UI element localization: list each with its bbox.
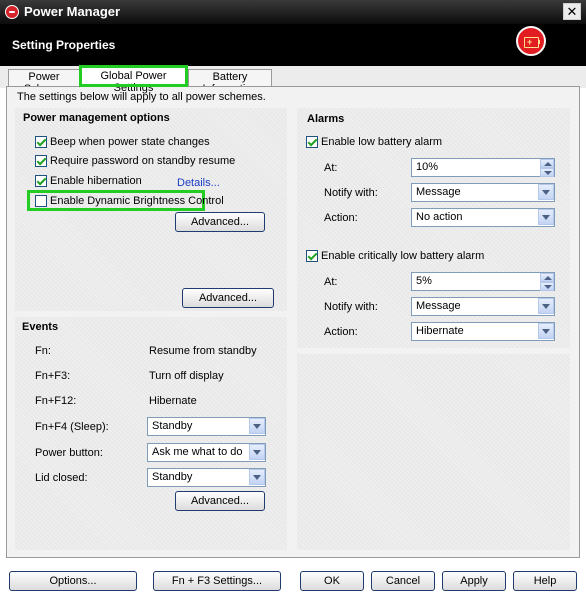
advanced-button-options[interactable]: Advanced... xyxy=(182,288,274,308)
help-button[interactable]: Help xyxy=(513,571,577,591)
low-battery-alarm-label: Enable low battery alarm xyxy=(321,136,443,148)
advanced-button-brightness[interactable]: Advanced... xyxy=(175,212,265,232)
low-at-label: At: xyxy=(324,162,338,174)
low-action-dropdown-icon[interactable] xyxy=(538,209,554,225)
event-key-power-button: Power button: xyxy=(35,447,103,459)
critical-at-spin-down-icon[interactable] xyxy=(540,282,554,291)
low-notify-dropdown-icon[interactable] xyxy=(538,184,554,200)
sleep-dropdown-icon[interactable] xyxy=(249,418,265,434)
power-button-dropdown-icon[interactable] xyxy=(249,444,265,460)
event-key-fn: Fn: xyxy=(35,345,51,357)
lid-closed-dropdown-icon[interactable] xyxy=(249,469,265,485)
beep-checkbox[interactable] xyxy=(35,136,47,148)
password-checkbox[interactable] xyxy=(35,155,47,167)
dynamic-brightness-label: Enable Dynamic Brightness Control xyxy=(50,195,224,207)
event-key-fn-f12: Fn+F12: xyxy=(35,395,77,407)
critical-action-label: Action: xyxy=(324,326,358,338)
tab-battery-information[interactable]: Battery Information xyxy=(188,69,272,95)
event-key-fn-f3: Fn+F3: xyxy=(35,370,71,382)
ok-button[interactable]: OK xyxy=(300,571,364,591)
critical-notify-label: Notify with: xyxy=(324,301,378,313)
power-manager-app-icon xyxy=(5,5,19,19)
page-title: Setting Properties xyxy=(12,38,116,52)
intro-text: The settings below will apply to all pow… xyxy=(17,91,266,103)
hibernation-checkbox[interactable] xyxy=(35,175,47,187)
critical-action-dropdown-icon[interactable] xyxy=(538,323,554,339)
event-key-lid-closed: Lid closed: xyxy=(35,472,88,484)
low-action-select[interactable]: No action xyxy=(411,208,555,227)
empty-group-area xyxy=(297,354,570,550)
advanced-button-events[interactable]: Advanced... xyxy=(175,491,265,511)
fn-f3-settings-button[interactable]: Fn + F3 Settings... xyxy=(153,571,281,591)
tab-global-power-settings[interactable]: Global Power Settings xyxy=(79,65,188,94)
alarms-title: Alarms xyxy=(307,113,345,125)
event-value-fn-f3: Turn off display xyxy=(149,370,224,382)
low-notify-select[interactable]: Message xyxy=(411,183,555,202)
low-notify-label: Notify with: xyxy=(324,187,378,199)
event-key-sleep: Fn+F4 (Sleep): xyxy=(35,421,109,433)
low-battery-alarm-checkbox[interactable] xyxy=(306,136,318,148)
critical-notify-dropdown-icon[interactable] xyxy=(538,298,554,314)
critical-action-select[interactable]: Hibernate xyxy=(411,322,555,341)
critical-at-field[interactable]: 5% xyxy=(411,272,555,291)
password-label: Require password on standby resume xyxy=(50,155,236,167)
beep-label: Beep when power state changes xyxy=(50,136,210,148)
critical-battery-alarm-label: Enable critically low battery alarm xyxy=(321,250,485,262)
details-link[interactable]: Details... xyxy=(177,177,220,189)
apply-button[interactable]: Apply xyxy=(442,571,506,591)
critical-battery-alarm-checkbox[interactable] xyxy=(306,250,318,262)
low-at-spin-up-icon[interactable] xyxy=(540,159,554,168)
options-button[interactable]: Options... xyxy=(9,571,137,591)
cancel-button[interactable]: Cancel xyxy=(371,571,435,591)
critical-notify-select[interactable]: Message xyxy=(411,297,555,316)
low-at-spin-down-icon[interactable] xyxy=(540,168,554,177)
critical-at-label: At: xyxy=(324,276,338,288)
battery-charging-icon: + xyxy=(516,26,546,56)
low-at-field[interactable]: 10% xyxy=(411,158,555,177)
low-action-label: Action: xyxy=(324,212,358,224)
event-value-fn: Resume from standby xyxy=(149,345,257,357)
dynamic-brightness-checkbox[interactable] xyxy=(35,195,47,207)
hibernation-label: Enable hibernation xyxy=(50,175,142,187)
event-value-fn-f12: Hibernate xyxy=(149,395,197,407)
close-button[interactable]: ✕ xyxy=(563,3,581,20)
tab-power-scheme[interactable]: Power Scheme xyxy=(8,69,80,95)
window-title: Power Manager xyxy=(24,4,121,19)
power-options-title: Power management options xyxy=(23,112,170,124)
critical-at-spin-up-icon[interactable] xyxy=(540,273,554,282)
events-title: Events xyxy=(22,321,59,333)
